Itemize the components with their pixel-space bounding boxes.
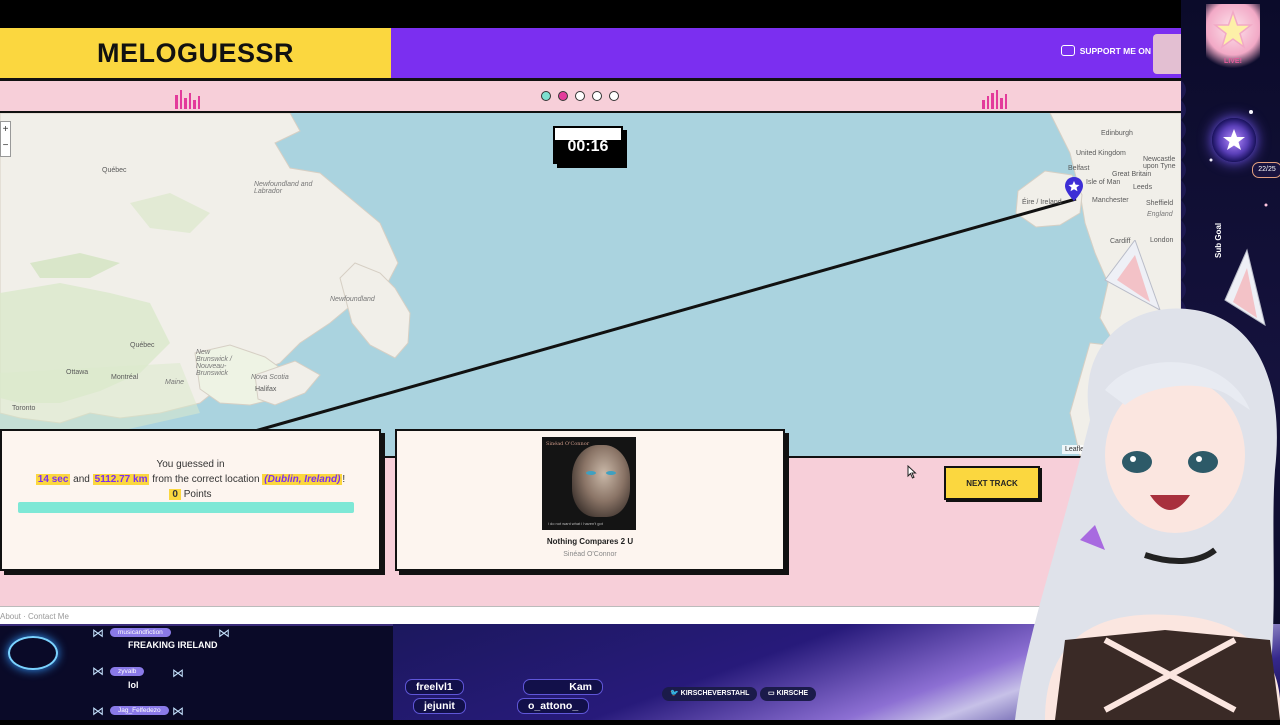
- kofi-icon: [1060, 45, 1075, 56]
- map-label: New Brunswick / Nouveau-Brunswick: [196, 349, 232, 377]
- chat-bubble-icon: ▭: [768, 690, 777, 697]
- map-label: Newfoundland and Labrador: [254, 181, 313, 195]
- map-label: Manchester: [1092, 197, 1129, 204]
- map-label: Toronto: [12, 405, 36, 412]
- chat-username: musicandfiction: [110, 628, 171, 637]
- map-label: Montréal: [111, 374, 139, 381]
- round-dot: [541, 91, 551, 101]
- map-label: United Kingdom: [1076, 150, 1126, 157]
- map-label: Newfoundland: [330, 296, 375, 303]
- result-points: 0 Points: [2, 489, 379, 500]
- map-zoom-control[interactable]: + −: [0, 121, 11, 157]
- round-dot-current: [558, 91, 568, 101]
- zoom-in-button[interactable]: +: [1, 122, 10, 138]
- result-details: 14 sec and 5112.77 km from the correct l…: [2, 474, 379, 485]
- vtuber-avatar: [985, 238, 1280, 720]
- chat-username: Jag_Felfedezo: [110, 706, 169, 715]
- event-name: Kam: [523, 679, 603, 695]
- star-icon: [1212, 9, 1254, 49]
- event-name: jejunit: [413, 698, 466, 714]
- footer-links[interactable]: About · Contact Me: [0, 612, 69, 621]
- logo-block[interactable]: MELOGUESSR: [0, 28, 391, 81]
- map-label: Québec: [130, 342, 155, 349]
- event-name: freelvl1: [405, 679, 464, 695]
- zoom-out-button[interactable]: −: [1, 138, 10, 154]
- result-from: from the correct location: [152, 474, 260, 485]
- bow-icon: ⋈: [92, 664, 104, 678]
- map-label: Great Britain: [1112, 171, 1152, 178]
- chat-message: lol: [128, 680, 139, 690]
- track-title: Nothing Compares 2 U: [546, 537, 634, 546]
- guess-time: 14 sec: [35, 474, 71, 485]
- cover-album-text: i do not want what i haven't got: [548, 521, 603, 526]
- round-timer: 00:16: [553, 126, 623, 164]
- cover-portrait: [572, 445, 630, 517]
- track-card: Sinéad O'Connor i do not want what i hav…: [395, 429, 785, 571]
- result-intro: You guessed in: [156, 459, 225, 470]
- bow-icon: ⋈: [92, 704, 104, 718]
- twitter-handle: 🐦 KIRSCHEVERSTAHL: [662, 687, 758, 701]
- vtuber-illustration: [1015, 238, 1280, 720]
- discord-handle: ▭ KIRSCHE: [760, 687, 817, 701]
- map-label: Ottawa: [66, 369, 89, 376]
- map-label: Nova Scotia: [251, 374, 289, 381]
- map-label: Belfast: [1068, 165, 1090, 172]
- map-label: Isle of Man: [1086, 179, 1121, 186]
- discord-label: KIRSCHE: [776, 690, 809, 697]
- support-label: SUPPORT ME ON: [1079, 45, 1151, 56]
- round-dot: [609, 91, 619, 101]
- timer-text: 00:16: [567, 138, 609, 155]
- header-bar: SUPPORT ME ON: [391, 28, 1187, 81]
- guess-result-card: You guessed in 14 sec and 5112.77 km fro…: [0, 429, 381, 571]
- map-label: Maine: [165, 379, 185, 386]
- map-label: Edinburgh: [1101, 130, 1133, 137]
- app-logo: MELOGUESSR: [96, 37, 295, 68]
- top-black-bar: [0, 0, 1280, 28]
- support-link[interactable]: SUPPORT ME ON: [1060, 45, 1151, 56]
- map-label: England: [1147, 211, 1173, 218]
- star-icon: [1223, 129, 1245, 150]
- round-dot: [592, 91, 602, 101]
- map-label: Québec: [102, 167, 127, 174]
- recent-events: freelvl1 Kam jejunit o_attono_: [405, 674, 615, 714]
- bow-icon: ⋈: [92, 626, 104, 640]
- map-label: Éire / Ireland: [1022, 199, 1062, 206]
- chat-emblem: [8, 636, 58, 670]
- bow-icon: ⋈: [172, 666, 184, 680]
- live-label: LIVE!: [1224, 58, 1242, 65]
- result-end: !: [342, 474, 346, 485]
- result-and: and: [73, 474, 90, 485]
- chat-overlay: ⋈ musicandfiction ⋈ FREAKING IRELAND ⋈ z…: [0, 624, 393, 720]
- sub-goal-count: 22/25: [1252, 162, 1280, 178]
- cover-artist-text: Sinéad O'Connor: [546, 441, 590, 447]
- score-progress-bar: [18, 502, 354, 513]
- guess-distance: 5112.77 km: [92, 474, 150, 485]
- twitter-icon: 🐦: [670, 690, 681, 697]
- twitter-label: KIRSCHEVERSTAHL: [680, 690, 750, 697]
- album-cover: Sinéad O'Connor i do not want what i hav…: [542, 437, 636, 530]
- map-label: Halifax: [255, 386, 277, 393]
- map-label: Sheffield: [1146, 200, 1174, 207]
- map-label: Newcastle upon Tyne: [1143, 156, 1176, 170]
- event-name: o_attono_: [517, 698, 590, 714]
- round-bar: [0, 81, 1181, 113]
- equalizer-right-icon: [982, 90, 1007, 109]
- equalizer-left-icon: [175, 90, 200, 109]
- chat-username: zyvalb: [110, 667, 145, 676]
- points-value: 0: [169, 489, 181, 500]
- mouse-cursor-icon: [907, 464, 917, 484]
- round-indicator: [541, 91, 619, 101]
- live-badge: LIVE!: [1206, 4, 1260, 74]
- track-artist: Sinéad O'Connor: [563, 551, 617, 558]
- sub-goal-emblem: [1212, 118, 1256, 162]
- correct-location: (Dublin, Ireland): [262, 474, 343, 485]
- round-dot: [575, 91, 585, 101]
- points-label: Points: [183, 489, 212, 500]
- cover-eyes: [586, 471, 622, 475]
- bow-icon: ⋈: [218, 626, 230, 640]
- bow-icon: ⋈: [172, 704, 184, 718]
- map-label: Leeds: [1133, 184, 1153, 191]
- chat-message: FREAKING IRELAND: [128, 640, 218, 650]
